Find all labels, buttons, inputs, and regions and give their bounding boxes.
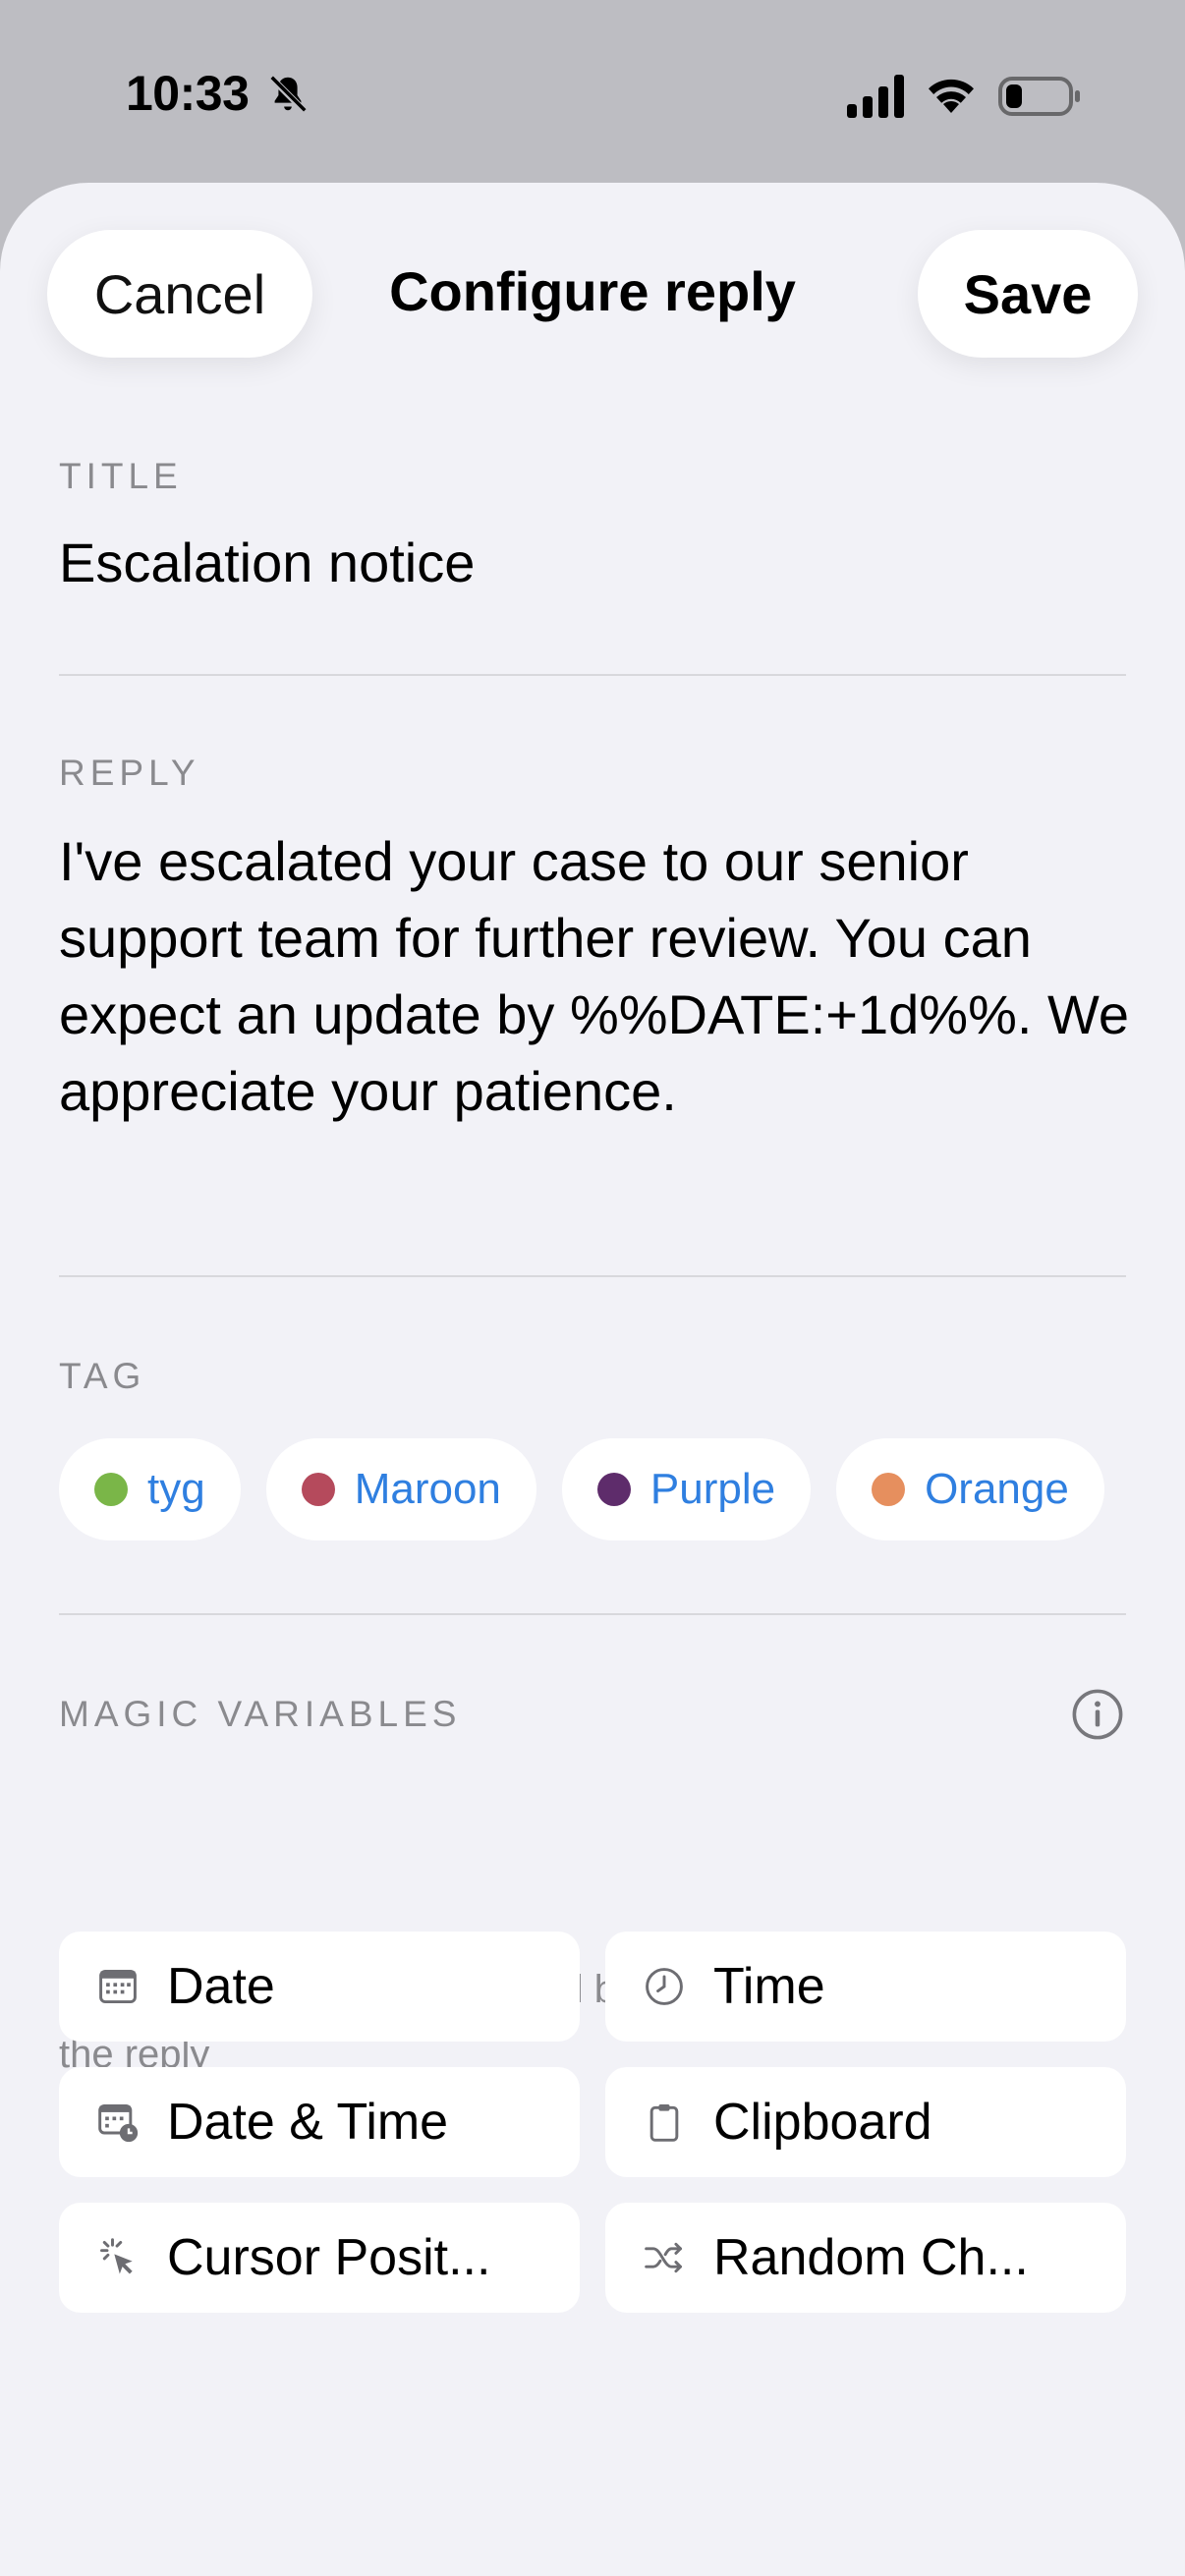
- variable-date-button[interactable]: Date: [59, 1932, 580, 2042]
- variable-label: Clipboard: [713, 2094, 932, 2151]
- wifi-icon: [929, 79, 974, 113]
- tag-label: Maroon: [354, 1465, 501, 1513]
- tag-color-dot: [94, 1473, 128, 1506]
- tag-color-dot: [872, 1473, 906, 1506]
- calendar-clock-icon: [98, 2104, 139, 2143]
- tag-label: Orange: [925, 1465, 1069, 1513]
- tag-color-dot: [596, 1473, 631, 1506]
- divider: [59, 1275, 1126, 1277]
- magic-variables-label: MAGIC VARIABLES: [59, 1694, 462, 1734]
- variable-time-button[interactable]: Time: [605, 1932, 1126, 2042]
- variable-label: Random Ch...: [713, 2229, 1029, 2286]
- variable-cursor-position-button[interactable]: Cursor Posit...: [59, 2203, 580, 2313]
- sheet-title: Configure reply: [389, 260, 796, 322]
- tag-list: tyg Maroon Purple Orange: [59, 1438, 1104, 1540]
- tag-chip-tyg[interactable]: tyg: [59, 1438, 241, 1540]
- tag-chip-purple[interactable]: Purple: [561, 1438, 812, 1540]
- reply-section-label: REPLY: [59, 753, 200, 793]
- clock-icon: [646, 1968, 683, 2005]
- cellular-signal-icon: [847, 75, 904, 118]
- tag-chip-maroon[interactable]: Maroon: [265, 1438, 536, 1540]
- cancel-button[interactable]: Cancel: [47, 230, 312, 358]
- reply-text-area[interactable]: I've escalated your case to our senior s…: [59, 823, 1130, 1130]
- calendar-icon: [99, 1969, 137, 2004]
- variable-label: Date: [167, 1958, 275, 2015]
- tag-label: Purple: [649, 1465, 776, 1513]
- tag-label: tyg: [147, 1465, 205, 1513]
- variable-datetime-button[interactable]: Date & Time: [59, 2067, 580, 2177]
- title-field[interactable]: Escalation notice: [59, 531, 475, 594]
- variable-clipboard-button[interactable]: Clipboard: [605, 2067, 1126, 2177]
- configure-reply-sheet: Cancel Configure reply Save TITLE Escala…: [0, 183, 1185, 2576]
- divider: [59, 1613, 1126, 1615]
- variable-label: Cursor Posit...: [167, 2229, 491, 2286]
- shuffle-icon: [645, 2242, 682, 2273]
- variable-label: Time: [713, 1958, 825, 2015]
- tag-color-dot: [301, 1473, 335, 1506]
- bell-slash-icon: [268, 75, 308, 114]
- title-section-label: TITLE: [59, 456, 183, 496]
- cursor-click-icon: [100, 2238, 133, 2274]
- status-bar: 10:33: [0, 0, 1185, 187]
- clipboard-icon: [649, 2104, 679, 2142]
- variable-label: Date & Time: [167, 2094, 449, 2151]
- battery-icon: [998, 77, 1080, 116]
- variable-random-button[interactable]: Random Ch...: [605, 2203, 1126, 2313]
- status-time: 10:33: [126, 66, 250, 121]
- tag-chip-orange[interactable]: Orange: [836, 1438, 1104, 1540]
- tag-section-label: TAG: [59, 1356, 146, 1396]
- divider: [59, 674, 1126, 676]
- info-circle-icon[interactable]: [1071, 1688, 1124, 1741]
- save-button[interactable]: Save: [918, 230, 1138, 358]
